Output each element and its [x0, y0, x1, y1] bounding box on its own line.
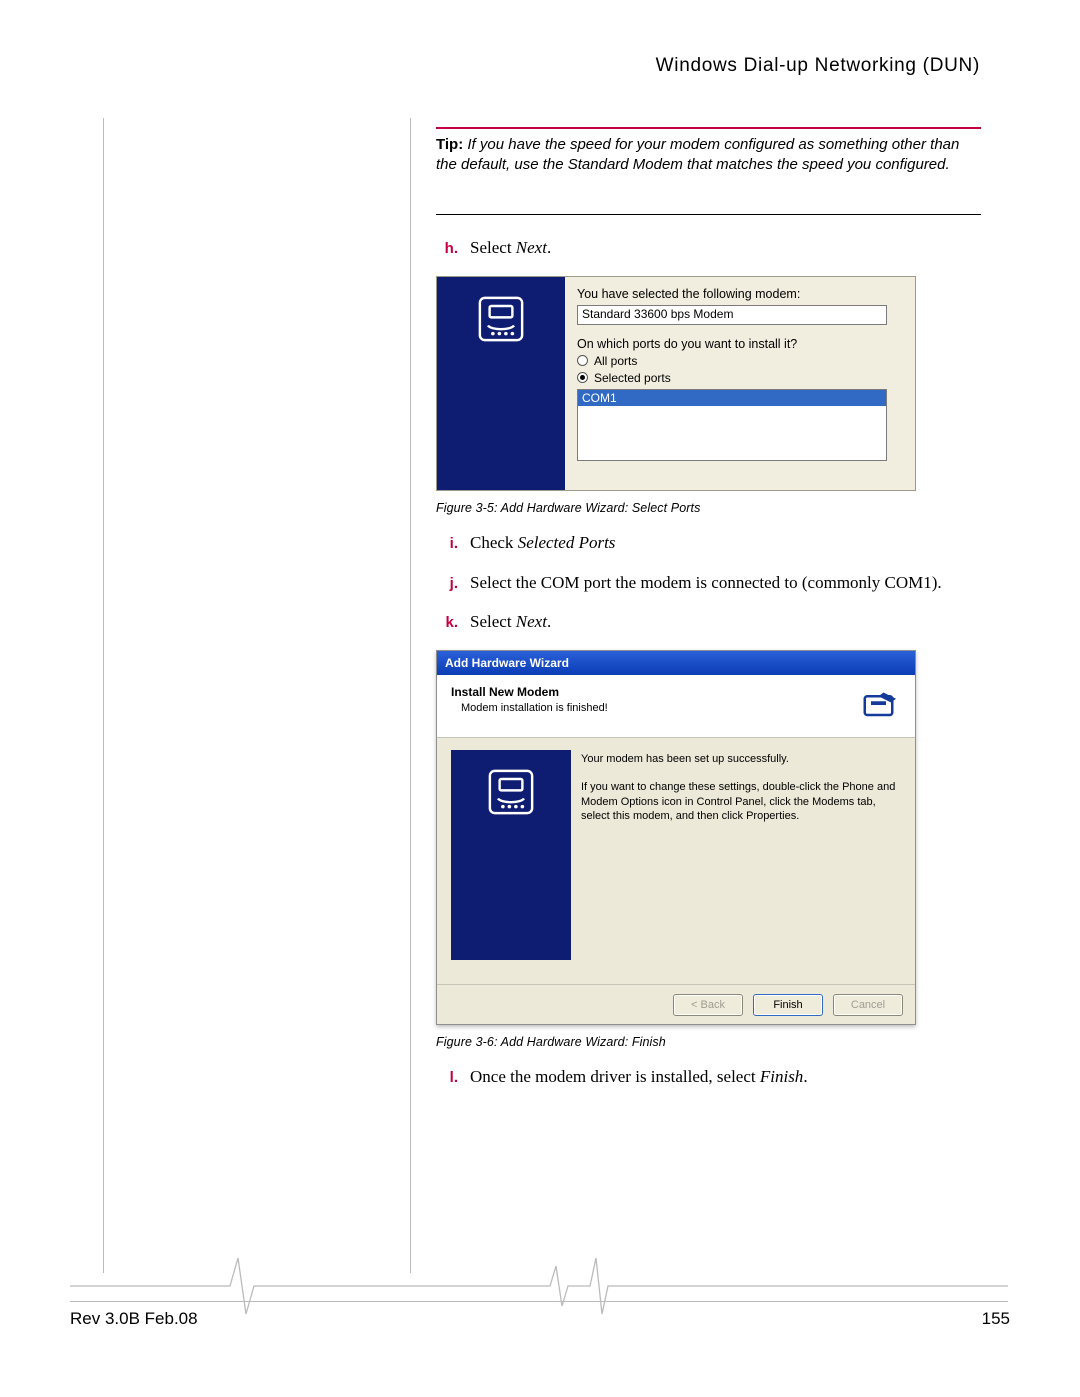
figure-3-5-wizard: You have selected the following modem: S…	[436, 276, 916, 491]
tip-bottom-rule	[436, 214, 981, 215]
figure-3-6-dialog: Add Hardware Wizard Install New Modem Mo…	[436, 650, 916, 1025]
radio-icon	[577, 355, 588, 366]
footer-page-number: 155	[982, 1309, 1010, 1329]
step-text: Once the modem driver is installed, sele…	[468, 1065, 808, 1089]
selected-modem-field: Standard 33600 bps Modem	[577, 305, 887, 325]
step-text-em: Selected Ports	[518, 533, 616, 552]
step-text: Select Next.	[468, 610, 551, 634]
page-header: Windows Dial-up Networking (DUN)	[656, 55, 980, 77]
modem-icon	[483, 764, 539, 820]
step-j: j. Select the COM port the modem is conn…	[436, 571, 981, 595]
tip-text: If you have the speed for your modem con…	[436, 136, 959, 173]
radio-icon	[577, 372, 588, 383]
step-text-post: .	[547, 612, 551, 631]
modem-icon	[473, 291, 529, 347]
wizard-line1: You have selected the following modem:	[577, 287, 903, 301]
step-text-pre: Select	[470, 238, 516, 257]
step-text-pre: Check	[470, 533, 518, 552]
radio-all-ports[interactable]: All ports	[577, 354, 903, 368]
wizard-body: You have selected the following modem: S…	[565, 277, 915, 490]
step-text: Check Selected Ports	[468, 531, 615, 555]
footer-revision: Rev 3.0B Feb.08	[70, 1309, 198, 1329]
step-text-pre: Once the modem driver is installed, sele…	[470, 1067, 760, 1086]
step-text-em: Next	[516, 238, 547, 257]
dialog-body: Your modem has been set up successfully.…	[437, 738, 915, 984]
port-listbox[interactable]: COM1	[577, 389, 887, 461]
cancel-button[interactable]: Cancel	[833, 994, 903, 1016]
step-l: l. Once the modem driver is installed, s…	[436, 1065, 981, 1089]
modem-icon	[861, 685, 901, 725]
dialog-header: Install New Modem Modem installation is …	[437, 675, 915, 738]
step-marker: k.	[436, 610, 458, 634]
figure-3-5-caption: Figure 3-5: Add Hardware Wizard: Select …	[436, 501, 981, 515]
back-button[interactable]: < Back	[673, 994, 743, 1016]
wizard-sidebar	[451, 750, 571, 960]
tip-label: Tip:	[436, 136, 463, 153]
dialog-titlebar: Add Hardware Wizard	[437, 651, 915, 675]
step-text-post: .	[547, 238, 551, 257]
tip-block: Tip: If you have the speed for your mode…	[436, 135, 981, 186]
dialog-body-line1: Your modem has been set up successfully.	[581, 752, 901, 766]
step-marker: i.	[436, 531, 458, 555]
step-text: Select the COM port the modem is connect…	[468, 571, 942, 595]
finish-button[interactable]: Finish	[753, 994, 823, 1016]
radio-label: All ports	[594, 354, 637, 368]
radio-selected-ports[interactable]: Selected ports	[577, 371, 903, 385]
wizard-sidebar	[437, 277, 565, 490]
dialog-body-line2: If you want to change these settings, do…	[581, 780, 901, 823]
dialog-button-bar: < Back Finish Cancel	[437, 984, 915, 1024]
dialog-header-title: Install New Modem	[451, 685, 608, 699]
figure-3-6-caption: Figure 3-6: Add Hardware Wizard: Finish	[436, 1035, 981, 1049]
step-text: Select Next.	[468, 236, 551, 260]
step-text-em: Finish	[760, 1067, 803, 1086]
step-marker: l.	[436, 1065, 458, 1089]
tip-top-rule	[436, 127, 981, 129]
content-body: h. Select Next. You have selected the fo…	[436, 220, 981, 1089]
step-marker: j.	[436, 571, 458, 595]
footer-rule	[70, 1301, 1008, 1302]
page: Windows Dial-up Networking (DUN) Tip: If…	[0, 0, 1080, 1397]
step-h: h. Select Next.	[436, 236, 981, 260]
step-i: i. Check Selected Ports	[436, 531, 981, 555]
wizard-line2: On which ports do you want to install it…	[577, 337, 903, 351]
dialog-header-sub: Modem installation is finished!	[451, 702, 608, 714]
step-text-em: Next	[516, 612, 547, 631]
step-marker: h.	[436, 236, 458, 260]
column-rule-left	[103, 118, 104, 1273]
port-item-com1[interactable]: COM1	[578, 390, 886, 406]
main-content: Tip: If you have the speed for your mode…	[436, 135, 981, 186]
footer-ekg-decoration	[70, 1254, 1008, 1334]
radio-label: Selected ports	[594, 371, 671, 385]
step-k: k. Select Next.	[436, 610, 981, 634]
dialog-body-text: Your modem has been set up successfully.…	[581, 750, 901, 960]
step-text-pre: Select	[470, 612, 516, 631]
column-rule-mid	[410, 118, 411, 1273]
step-text-post: .	[803, 1067, 807, 1086]
